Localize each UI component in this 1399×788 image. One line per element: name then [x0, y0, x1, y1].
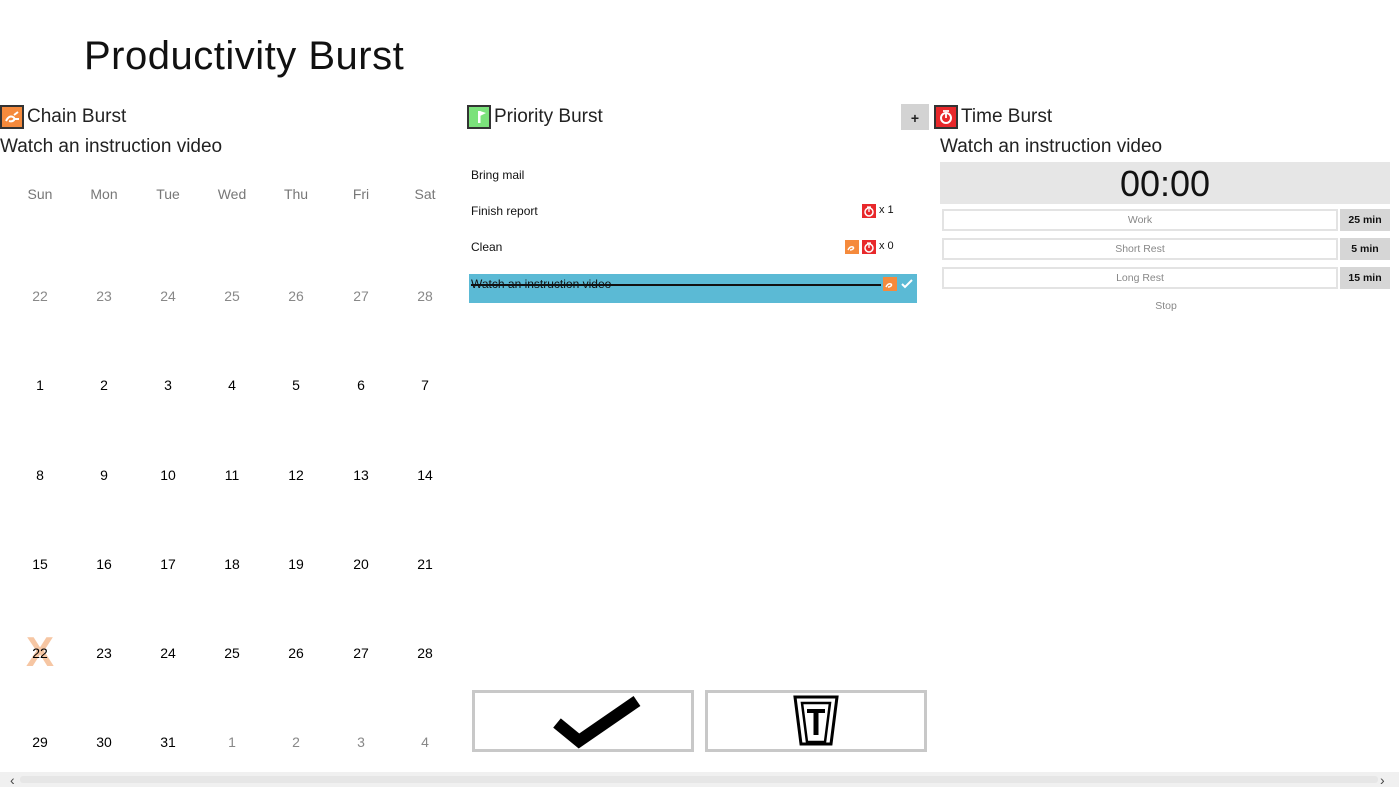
task-row[interactable]: Finish report x 1 — [469, 197, 917, 225]
calendar-day[interactable]: 22 — [8, 288, 72, 304]
flag-icon — [467, 105, 491, 129]
chain-burst-title: Chain Burst — [27, 106, 127, 127]
calendar-day[interactable]: 23 — [72, 288, 136, 304]
time-video-link[interactable]: Watch an instruction video — [940, 136, 1162, 158]
calendar-day[interactable]: 4 — [200, 377, 264, 393]
calendar-day[interactable]: 1 — [8, 377, 72, 393]
weekday-header: Thu — [283, 186, 309, 202]
calendar-day[interactable]: 23 — [72, 645, 136, 661]
calendar-day[interactable]: 29 — [8, 734, 72, 750]
weekday-header: Mon — [90, 186, 118, 202]
calendar-day[interactable]: 26 — [264, 288, 328, 304]
time-burst-title: Time Burst — [961, 106, 1053, 127]
stop-button[interactable]: Stop — [1140, 300, 1192, 312]
calendar-day[interactable]: 25 — [200, 288, 264, 304]
calendar-day[interactable]: 30 — [72, 734, 136, 750]
priority-burst-title: Priority Burst — [494, 106, 603, 127]
task-label: Clean — [471, 240, 503, 254]
delete-task-button[interactable] — [705, 690, 927, 752]
complete-task-button[interactable] — [472, 690, 694, 752]
scroll-left-icon[interactable]: ‹ — [10, 773, 15, 787]
calendar-day[interactable]: 21 — [393, 556, 457, 572]
calendar-day[interactable]: 17 — [136, 556, 200, 572]
task-row[interactable]: Bring mail — [469, 161, 917, 189]
calendar-day[interactable]: 8 — [8, 467, 72, 483]
calendar-day[interactable]: 3 — [136, 377, 200, 393]
calendar-day[interactable]: 5 — [264, 377, 328, 393]
page-title: Productivity Burst — [84, 34, 405, 78]
scrollbar-thumb[interactable] — [20, 776, 1378, 783]
chain-icon — [883, 277, 897, 291]
task-label: Finish report — [471, 204, 538, 218]
calendar-day[interactable]: 4 — [393, 734, 457, 750]
done-check-icon — [900, 277, 914, 291]
calendar-day[interactable]: 2 — [264, 734, 328, 750]
weekday-header: Sun — [27, 186, 53, 202]
chain-video-link[interactable]: Watch an instruction video — [0, 136, 222, 158]
chain-burst-header[interactable]: Chain Burst — [0, 103, 200, 131]
calendar-day[interactable]: 19 — [264, 556, 328, 572]
calendar-day[interactable]: 25 — [200, 645, 264, 661]
long-rest-duration[interactable]: 15 min — [1340, 267, 1390, 289]
short-rest-duration[interactable]: 5 min — [1340, 238, 1390, 260]
timer-icon — [862, 204, 876, 218]
calendar-day[interactable]: 27 — [329, 288, 393, 304]
calendar-day[interactable]: 6 — [329, 377, 393, 393]
pomodoro-count: x 1 — [879, 204, 894, 216]
calendar-day[interactable]: 18 — [200, 556, 264, 572]
weekday-header: Tue — [156, 186, 180, 202]
weekday-header: Wed — [217, 186, 247, 202]
calendar-day[interactable]: 9 — [72, 467, 136, 483]
long-rest-button[interactable]: Long Rest — [942, 267, 1338, 289]
calendar-day[interactable]: 1 — [200, 734, 264, 750]
weekday-header: Sat — [414, 186, 436, 202]
calendar-day[interactable]: 28 — [393, 645, 457, 661]
task-row[interactable]: Clean x 0 — [469, 233, 917, 261]
calendar-day[interactable]: 13 — [329, 467, 393, 483]
priority-burst-header[interactable]: Priority Burst — [467, 103, 667, 131]
calendar-day[interactable]: 10 — [136, 467, 200, 483]
time-burst-header[interactable]: Time Burst — [934, 103, 1134, 131]
calendar-day[interactable]: 31 — [136, 734, 200, 750]
task-row-selected[interactable]: Watch an instruction video — [469, 274, 917, 303]
chain-icon — [845, 240, 859, 254]
calendar-day[interactable]: 20 — [329, 556, 393, 572]
calendar-day[interactable]: 22 — [8, 645, 72, 661]
timer-icon — [862, 240, 876, 254]
horizontal-scrollbar[interactable]: ‹ › — [0, 772, 1399, 787]
pomodoro-count: x 0 — [879, 240, 894, 252]
work-mode-button[interactable]: Work — [942, 209, 1338, 231]
weekday-header: Fri — [352, 186, 370, 202]
calendar-day[interactable]: 11 — [200, 467, 264, 483]
timer-icon — [934, 105, 958, 129]
work-duration[interactable]: 25 min — [1340, 209, 1390, 231]
trash-icon — [793, 695, 839, 746]
calendar-day[interactable]: 27 — [329, 645, 393, 661]
calendar-day[interactable]: 16 — [72, 556, 136, 572]
chain-icon — [0, 105, 24, 129]
add-task-button[interactable]: + — [901, 104, 929, 130]
calendar-day[interactable]: 3 — [329, 734, 393, 750]
scroll-right-icon[interactable]: › — [1380, 773, 1385, 787]
calendar-day[interactable]: 28 — [393, 288, 457, 304]
check-icon — [553, 696, 641, 749]
calendar-day[interactable]: 24 — [136, 288, 200, 304]
calendar-day[interactable]: 26 — [264, 645, 328, 661]
calendar-day[interactable]: 12 — [264, 467, 328, 483]
calendar-day[interactable]: 7 — [393, 377, 457, 393]
calendar-day[interactable]: 24 — [136, 645, 200, 661]
calendar-day[interactable]: 15 — [8, 556, 72, 572]
calendar-day[interactable]: 14 — [393, 467, 457, 483]
timer-display: 00:00 — [940, 162, 1390, 204]
short-rest-button[interactable]: Short Rest — [942, 238, 1338, 260]
task-label: Bring mail — [471, 168, 525, 182]
strikethrough-line — [471, 284, 881, 286]
calendar-day[interactable]: 2 — [72, 377, 136, 393]
